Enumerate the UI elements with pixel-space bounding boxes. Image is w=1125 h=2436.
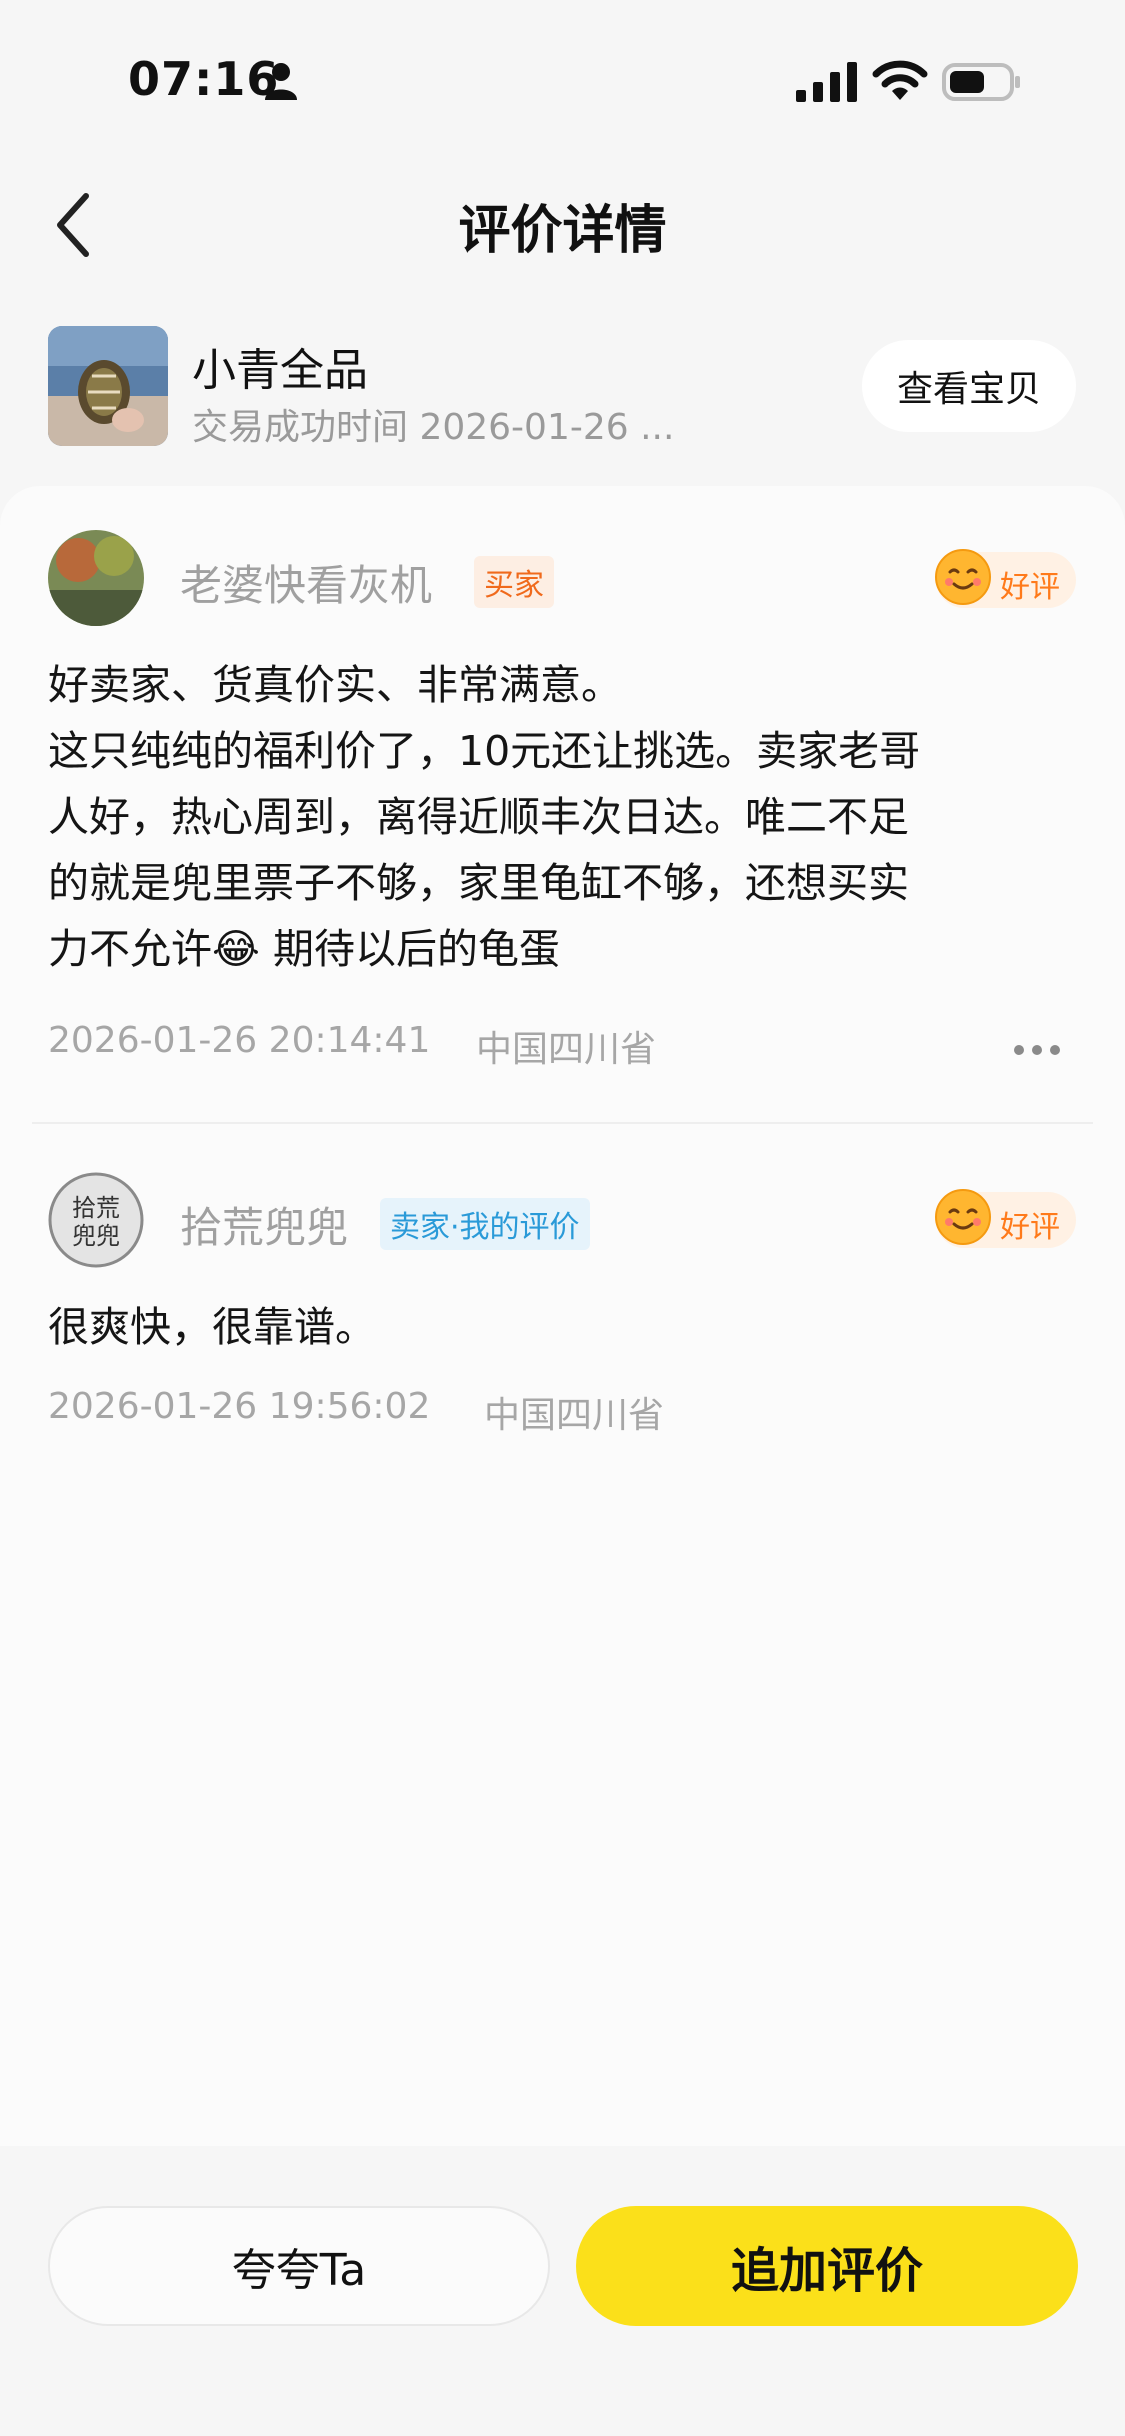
review-text: 很爽快，很靠谱。 — [48, 1303, 376, 1351]
add-review-button[interactable]: 追加评价 — [576, 2206, 1078, 2326]
view-item-button[interactable]: 查看宝贝 — [862, 340, 1076, 432]
more-icon[interactable] — [1012, 1042, 1062, 1058]
rating-badge: 好评 — [935, 549, 1076, 608]
role-badge: 卖家·我的评价 — [380, 1198, 590, 1250]
smile-icon — [935, 1189, 991, 1245]
person-icon — [265, 63, 297, 100]
review-location: 中国四川省 — [476, 1029, 657, 1070]
praise-button[interactable]: 夸夸Ta — [48, 2206, 550, 2326]
review-line: 的就是兜里票子不够，家里龟缸不够，还想买实 — [48, 859, 909, 907]
role-badge: 买家 — [474, 556, 554, 608]
status-time: 07:16 — [128, 52, 280, 106]
review-line: 人好，热心周到，离得近顺丰次日达。唯二不足 — [48, 793, 909, 841]
review-time: 2026-01-26 20:14:41 — [48, 1020, 431, 1061]
smile-icon — [935, 549, 991, 605]
review-location: 中国四川省 — [484, 1395, 665, 1436]
reviewer-name[interactable]: 老婆快看灰机 — [180, 552, 432, 613]
rating-label: 好评 — [1000, 1210, 1060, 1245]
wifi-icon — [872, 60, 928, 100]
divider — [32, 1122, 1093, 1124]
review-line: 这只纯纯的福利价了，10元还让挑选。卖家老哥 — [48, 727, 921, 775]
review-line: 好卖家、货真价实、非常满意。 — [48, 661, 622, 709]
battery-icon — [942, 63, 1020, 101]
avatar-text: 拾荒 — [72, 1194, 120, 1222]
signal-icon — [796, 62, 857, 102]
review-time: 2026-01-26 19:56:02 — [48, 1386, 431, 1427]
transaction-time: 交易成功时间 2026-01-26 ... — [192, 407, 675, 448]
avatar[interactable]: 拾荒 兜兜 — [48, 1172, 144, 1268]
rating-label: 好评 — [1000, 570, 1060, 605]
product-thumbnail[interactable] — [48, 326, 168, 446]
svg-text:兜兜: 兜兜 — [72, 1222, 120, 1250]
reviewer-name[interactable]: 拾荒兜兜 — [180, 1194, 348, 1255]
rating-badge: 好评 — [935, 1189, 1076, 1248]
review-line: 力不允许😂 期待以后的龟蛋 — [48, 925, 560, 973]
review-text: 好卖家、货真价实、非常满意。 这只纯纯的福利价了，10元还让挑选。卖家老哥 人好… — [48, 652, 1088, 982]
status-bar: 07:16 — [0, 0, 1125, 160]
page-title: 评价详情 — [458, 201, 667, 261]
product-name: 小青全品 — [192, 345, 368, 396]
avatar[interactable] — [48, 530, 144, 626]
